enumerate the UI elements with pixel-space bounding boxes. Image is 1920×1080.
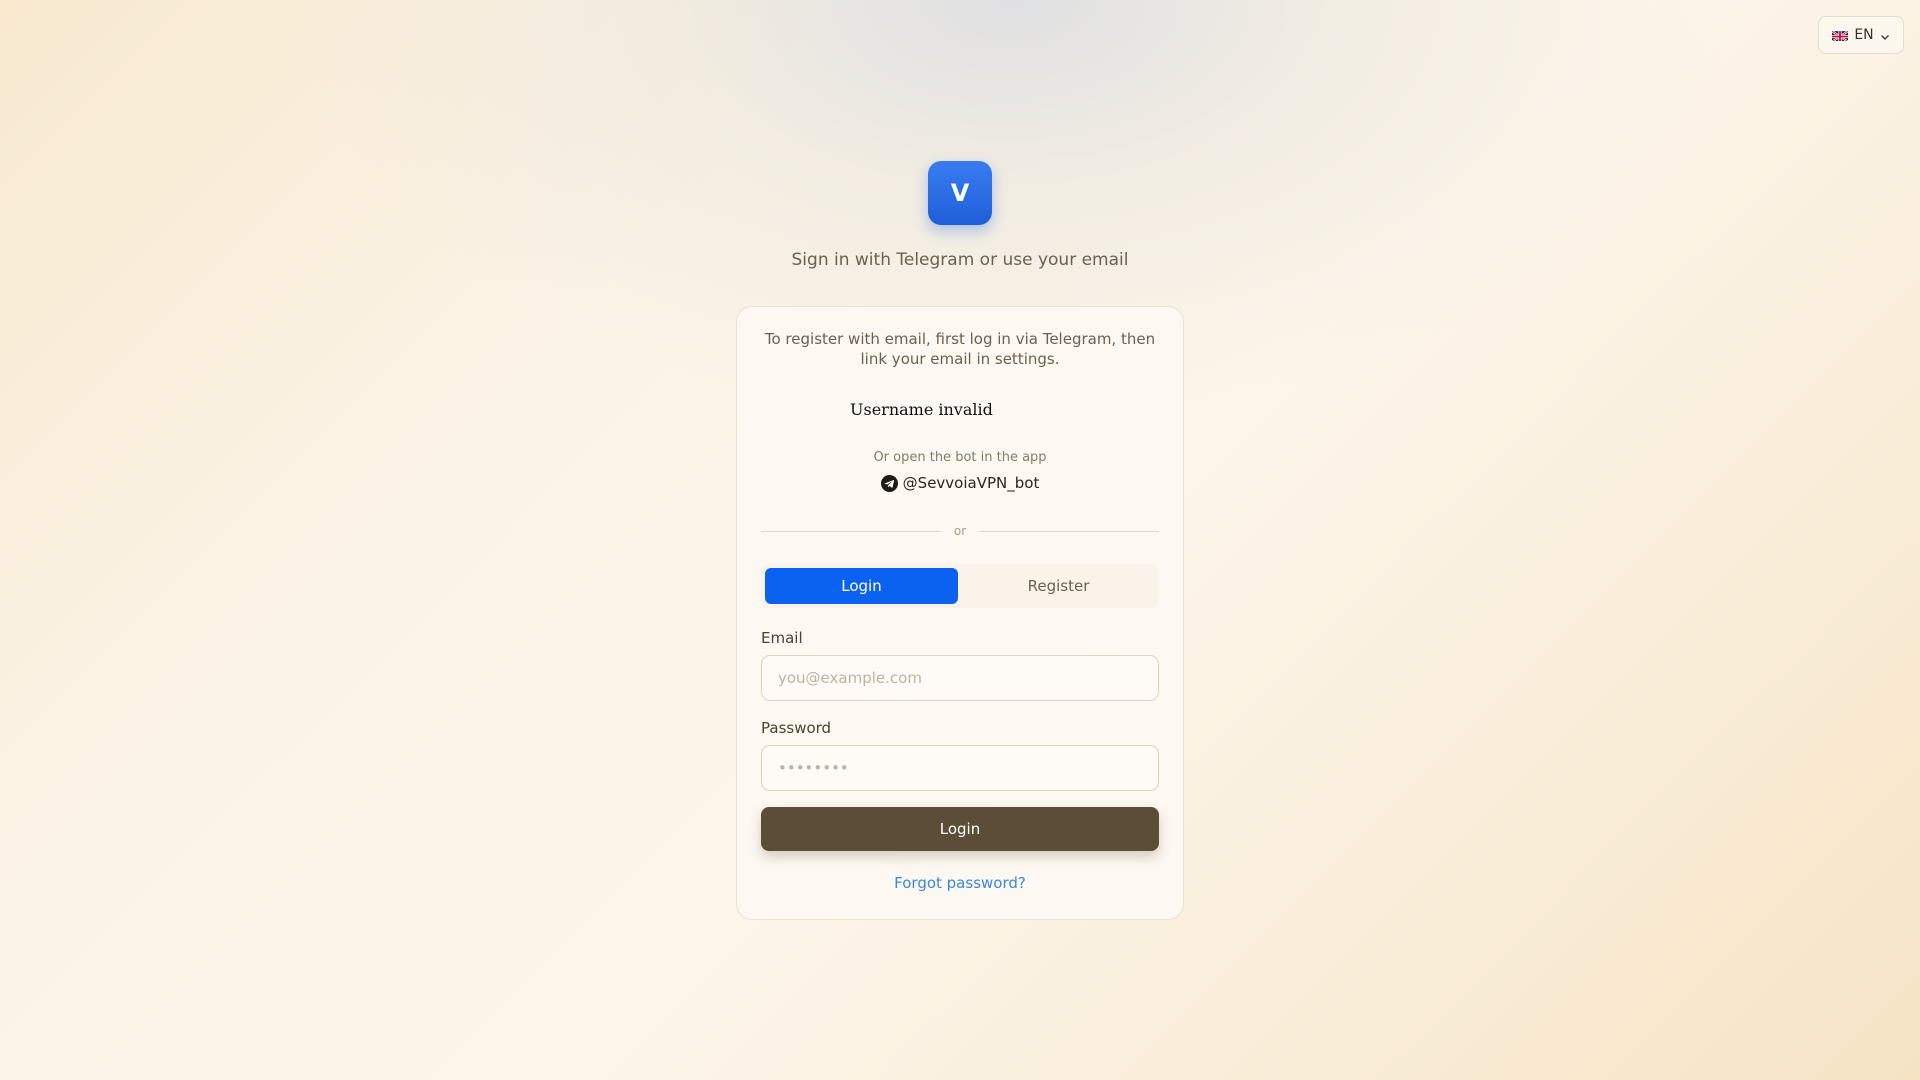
login-button[interactable]: Login — [761, 807, 1159, 851]
chevron-down-icon — [1880, 30, 1890, 40]
language-code: EN — [1854, 27, 1874, 43]
or-divider: or — [761, 523, 1159, 539]
open-bot-text: Or open the bot in the app — [873, 450, 1047, 465]
divider-text: or — [953, 524, 967, 538]
auth-tabs: Login Register — [761, 564, 1159, 608]
telegram-login-widget: Username invalid — [850, 400, 993, 419]
email-label: Email — [761, 629, 803, 647]
register-notice: To register with email, first log in via… — [764, 330, 1156, 368]
logo-letter: V — [950, 179, 970, 207]
telegram-icon — [880, 474, 898, 492]
divider-line-left — [761, 530, 940, 532]
page-subtitle: Sign in with Telegram or use your email — [791, 250, 1129, 270]
login-card: To register with email, first log in via… — [736, 306, 1184, 920]
email-field[interactable] — [761, 655, 1159, 701]
tab-login[interactable]: Login — [765, 568, 958, 604]
telegram-bot-link[interactable]: @SevvoiaVPN_bot — [737, 474, 1183, 492]
password-field[interactable] — [761, 745, 1159, 791]
app-logo: V — [928, 161, 992, 225]
bot-handle: @SevvoiaVPN_bot — [902, 474, 1040, 492]
divider-line-right — [980, 530, 1159, 532]
tab-register[interactable]: Register — [962, 568, 1155, 604]
language-selector[interactable]: EN — [1818, 16, 1904, 54]
forgot-password-link[interactable]: Forgot password? — [737, 874, 1183, 892]
uk-flag-icon — [1832, 29, 1849, 41]
password-label: Password — [761, 719, 832, 737]
